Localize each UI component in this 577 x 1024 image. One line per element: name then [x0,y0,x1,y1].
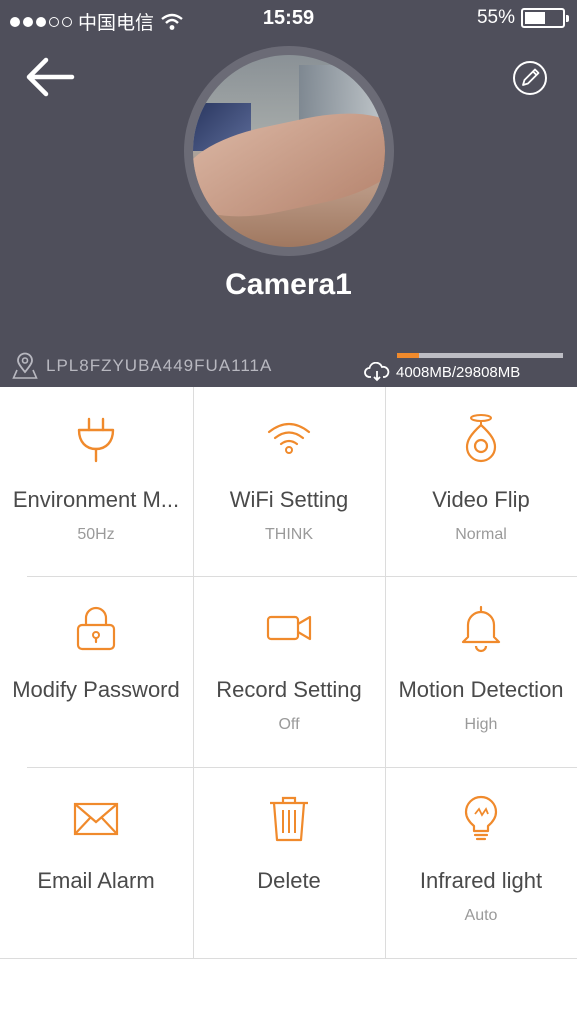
setting-value: Auto [464,907,498,924]
camera-header: 中国电信 15:59 55% Camera1 LPL8FZYUBA449FUA1… [0,0,577,387]
setting-value: Off [278,716,300,733]
lightbulb-icon [464,795,498,841]
storage-progress-bar [397,353,563,358]
setting-value: THINK [265,526,313,543]
setting-email-alarm[interactable]: Email Alarm [0,768,192,958]
setting-label: Email Alarm [37,868,155,893]
envelope-icon [73,802,119,836]
battery-status: 55% [476,7,569,29]
setting-record[interactable]: Record Setting Off [193,577,385,767]
setting-label: Environment M... [12,487,180,512]
setting-infrared-light[interactable]: Infrared light Auto [385,768,577,958]
cloud-download-icon [364,362,390,382]
setting-label: Motion Detection [398,677,564,702]
camera-lens-icon [465,414,497,463]
lock-icon [76,606,116,651]
battery-percent: 55% [476,7,515,28]
setting-label: Modify Password [12,677,180,702]
camera-avatar[interactable] [184,46,394,256]
setting-value: Normal [455,526,507,543]
setting-delete[interactable]: Delete [193,768,385,958]
back-button[interactable] [22,52,76,102]
camera-snapshot [193,55,385,247]
status-bar: 中国电信 15:59 55% [0,0,577,38]
camera-name: Camera1 [225,268,352,301]
setting-environment-mode[interactable]: Environment M... 50Hz [0,387,192,577]
storage-progress-fill [397,353,420,358]
arrow-left-icon [26,57,75,97]
setting-motion-detection[interactable]: Motion Detection High [385,577,577,767]
storage-info: 4008MB/29808MB [364,362,520,382]
setting-value: 50Hz [77,526,115,543]
video-camera-icon [266,615,312,641]
pencil-icon [513,61,547,95]
setting-label: Infrared light [419,868,543,893]
setting-label: Delete [257,868,321,893]
setting-label: Video Flip [432,487,530,512]
battery-icon [521,8,569,28]
device-id-row: LPL8FZYUBA449FUA111A [12,352,272,380]
setting-wifi[interactable]: WiFi Setting THINK [193,387,385,577]
plug-icon [77,417,115,463]
edit-name-button[interactable] [510,58,550,98]
setting-label: Record Setting [216,677,362,702]
trash-icon [270,796,308,842]
storage-text: 4008MB/29808MB [396,363,521,381]
wifi-icon [267,422,311,454]
setting-label: WiFi Setting [229,487,349,512]
setting-video-flip[interactable]: Video Flip Normal [385,387,577,577]
bell-icon [461,605,501,653]
location-pin-icon [12,352,38,379]
setting-value: High [464,716,498,733]
device-id: LPL8FZYUBA449FUA111A [46,356,273,375]
setting-modify-password[interactable]: Modify Password [0,577,192,767]
